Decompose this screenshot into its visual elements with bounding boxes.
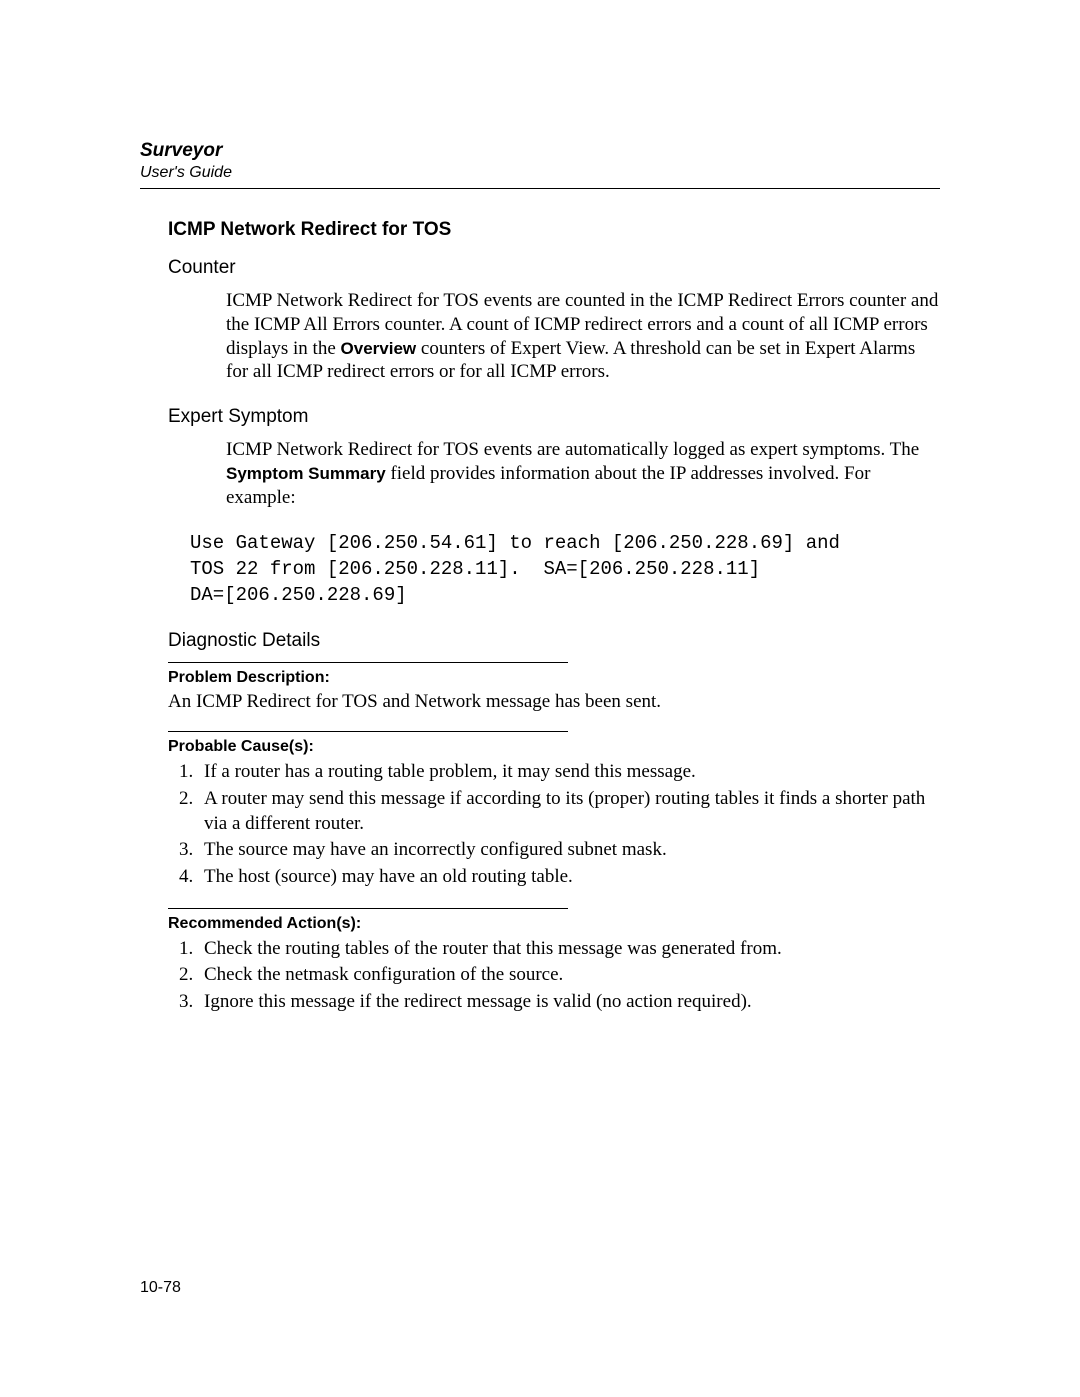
diag-rule-2 xyxy=(168,731,568,732)
book-title: Surveyor xyxy=(140,140,940,162)
list-item: A router may send this message if accord… xyxy=(198,787,940,836)
list-item: The host (source) may have an old routin… xyxy=(198,865,940,890)
diagnostic-heading: Diagnostic Details xyxy=(168,630,940,652)
diag-rule-1 xyxy=(168,662,568,663)
recommended-actions-list: Check the routing tables of the router t… xyxy=(168,937,940,1015)
list-item: Check the netmask configuration of the s… xyxy=(198,963,940,988)
symptom-summary-label: Symptom Summary xyxy=(226,464,386,483)
expert-paragraph: ICMP Network Redirect for TOS events are… xyxy=(226,438,940,509)
problem-description-text: An ICMP Redirect for TOS and Network mes… xyxy=(168,691,940,713)
example-code: Use Gateway [206.250.54.61] to reach [20… xyxy=(190,531,940,608)
probable-causes-head: Probable Cause(s): xyxy=(168,738,940,756)
counter-paragraph: ICMP Network Redirect for TOS events are… xyxy=(226,289,940,384)
page-number: 10-78 xyxy=(140,1279,181,1297)
list-item: Check the routing tables of the router t… xyxy=(198,937,940,962)
header-rule xyxy=(140,188,940,189)
page-header: Surveyor User's Guide xyxy=(140,140,940,182)
page-content: Surveyor User's Guide ICMP Network Redir… xyxy=(0,0,1080,1015)
problem-description-head: Problem Description: xyxy=(168,669,940,687)
list-item: Ignore this message if the redirect mess… xyxy=(198,990,940,1015)
overview-label: Overview xyxy=(341,339,417,358)
counter-heading: Counter xyxy=(168,257,940,279)
probable-causes-list: If a router has a routing table problem,… xyxy=(168,760,940,889)
list-item: If a router has a routing table problem,… xyxy=(198,760,940,785)
section-title: ICMP Network Redirect for TOS xyxy=(168,219,940,241)
list-item: The source may have an incorrectly confi… xyxy=(198,838,940,863)
diag-rule-3 xyxy=(168,908,568,909)
expert-heading: Expert Symptom xyxy=(168,406,940,428)
recommended-actions-head: Recommended Action(s): xyxy=(168,915,940,933)
guide-label: User's Guide xyxy=(140,164,940,182)
expert-text-pre: ICMP Network Redirect for TOS events are… xyxy=(226,439,919,460)
